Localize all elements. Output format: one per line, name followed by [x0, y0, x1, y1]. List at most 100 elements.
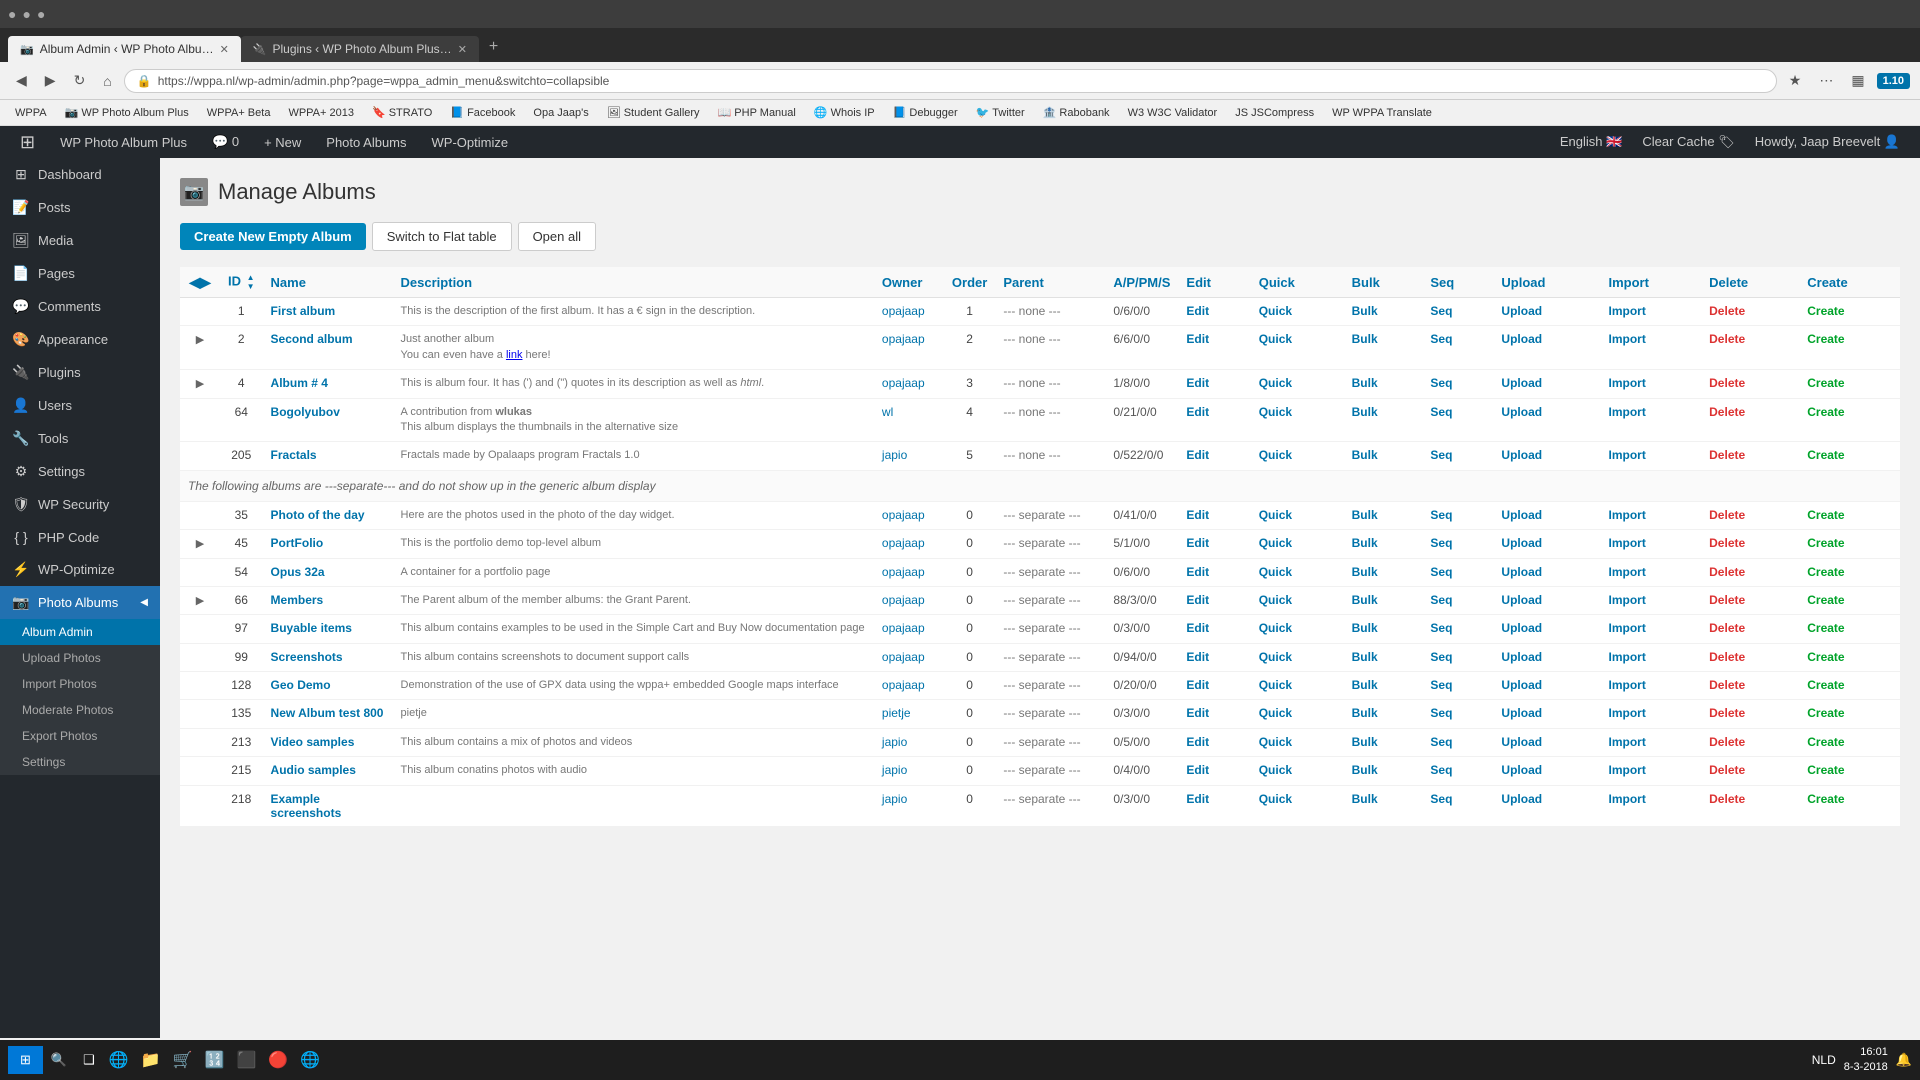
bookmark-rabobank[interactable]: 🏦 Rabobank — [1038, 104, 1115, 121]
action-quick-link[interactable]: Quick — [1259, 448, 1292, 462]
action-import-link[interactable]: Import — [1609, 593, 1646, 607]
action-delete-link[interactable]: Delete — [1709, 508, 1745, 522]
sidebar-sub-settings[interactable]: Settings — [0, 749, 160, 775]
action-upload-link[interactable]: Upload — [1501, 706, 1542, 720]
action-bulk-link[interactable]: Bulk — [1352, 508, 1378, 522]
action-import-link[interactable]: Import — [1609, 565, 1646, 579]
sidebar-item-appearance[interactable]: 🎨 Appearance — [0, 323, 160, 356]
action-seq-link[interactable]: Seq — [1430, 593, 1452, 607]
action-seq-link[interactable]: Seq — [1430, 376, 1452, 390]
active-tab[interactable]: 📷 Album Admin ‹ WP Photo Albu… ✕ — [8, 36, 241, 62]
action-seq-link[interactable]: Seq — [1430, 565, 1452, 579]
action-create-link[interactable]: Create — [1807, 448, 1844, 462]
action-quick-link[interactable]: Quick — [1259, 650, 1292, 664]
bookmark-w3c[interactable]: W3 W3C Validator — [1123, 105, 1223, 121]
action-seq-link[interactable]: Seq — [1430, 448, 1452, 462]
action-import-link[interactable]: Import — [1609, 621, 1646, 635]
action-create-link[interactable]: Create — [1807, 678, 1844, 692]
action-seq-link[interactable]: Seq — [1430, 735, 1452, 749]
reload-button[interactable]: ↻ — [68, 68, 92, 93]
search-taskbar[interactable]: 🔍 — [43, 1052, 75, 1068]
back-button[interactable]: ◀ — [10, 68, 33, 93]
action-import-link[interactable]: Import — [1609, 304, 1646, 318]
action-edit-link[interactable]: Edit — [1186, 304, 1209, 318]
action-import-link[interactable]: Import — [1609, 508, 1646, 522]
bookmark-whois[interactable]: 🌐 Whois IP — [809, 104, 880, 121]
action-import-link[interactable]: Import — [1609, 763, 1646, 777]
taskbar-app1[interactable]: ⬛ — [230, 1050, 262, 1070]
action-edit-link[interactable]: Edit — [1186, 405, 1209, 419]
action-create-link[interactable]: Create — [1807, 763, 1844, 777]
album-name-link[interactable]: Geo Demo — [271, 678, 331, 692]
action-bulk-link[interactable]: Bulk — [1352, 565, 1378, 579]
expand-icon[interactable]: ▶ — [196, 595, 204, 607]
album-name-link[interactable]: Photo of the day — [271, 508, 365, 522]
action-edit-link[interactable]: Edit — [1186, 792, 1209, 806]
action-edit-link[interactable]: Edit — [1186, 536, 1209, 550]
sidebar-item-phpcode[interactable]: { } PHP Code — [0, 521, 160, 553]
admin-bar-new[interactable]: + New — [254, 126, 311, 158]
sidebar-item-pages[interactable]: 📄 Pages — [0, 257, 160, 290]
home-button[interactable]: ⌂ — [97, 69, 117, 93]
action-delete-link[interactable]: Delete — [1709, 678, 1745, 692]
bookmark-php[interactable]: 📖 PHP Manual — [713, 104, 801, 121]
album-name-link[interactable]: Bogolyubov — [271, 405, 340, 419]
th-toggle[interactable]: ◀▶ — [180, 267, 220, 298]
action-edit-link[interactable]: Edit — [1186, 706, 1209, 720]
th-id[interactable]: ID ▲▼ — [220, 267, 263, 298]
action-upload-link[interactable]: Upload — [1501, 792, 1542, 806]
action-bulk-link[interactable]: Bulk — [1352, 405, 1378, 419]
action-upload-link[interactable]: Upload — [1501, 332, 1542, 346]
action-delete-link[interactable]: Delete — [1709, 304, 1745, 318]
album-name-link[interactable]: Album # 4 — [271, 376, 328, 390]
action-import-link[interactable]: Import — [1609, 735, 1646, 749]
admin-bar-optimize[interactable]: WP-Optimize — [422, 126, 519, 158]
action-upload-link[interactable]: Upload — [1501, 376, 1542, 390]
action-edit-link[interactable]: Edit — [1186, 448, 1209, 462]
action-create-link[interactable]: Create — [1807, 332, 1844, 346]
action-delete-link[interactable]: Delete — [1709, 565, 1745, 579]
action-upload-link[interactable]: Upload — [1501, 536, 1542, 550]
action-upload-link[interactable]: Upload — [1501, 448, 1542, 462]
action-edit-link[interactable]: Edit — [1186, 565, 1209, 579]
sidebar-sub-importphotos[interactable]: Import Photos — [0, 671, 160, 697]
action-edit-link[interactable]: Edit — [1186, 735, 1209, 749]
action-quick-link[interactable]: Quick — [1259, 536, 1292, 550]
action-delete-link[interactable]: Delete — [1709, 621, 1745, 635]
action-create-link[interactable]: Create — [1807, 508, 1844, 522]
action-edit-link[interactable]: Edit — [1186, 376, 1209, 390]
sidebar-item-photoalbums[interactable]: 📷 Photo Albums ◀ — [0, 586, 160, 619]
action-bulk-link[interactable]: Bulk — [1352, 593, 1378, 607]
sidebar-item-plugins[interactable]: 🔌 Plugins — [0, 356, 160, 389]
sidebar-item-comments[interactable]: 💬 Comments — [0, 290, 160, 323]
action-delete-link[interactable]: Delete — [1709, 376, 1745, 390]
action-import-link[interactable]: Import — [1609, 650, 1646, 664]
taskbar-app2[interactable]: 🔴 — [262, 1050, 294, 1070]
action-delete-link[interactable]: Delete — [1709, 650, 1745, 664]
action-create-link[interactable]: Create — [1807, 405, 1844, 419]
bookmark-facebook[interactable]: 📘 Facebook — [445, 104, 520, 121]
album-name-link[interactable]: Screenshots — [271, 650, 343, 664]
taskbar-ie[interactable]: 🌐 — [103, 1050, 135, 1070]
action-bulk-link[interactable]: Bulk — [1352, 735, 1378, 749]
tab-close-2[interactable]: ✕ — [458, 43, 467, 56]
action-import-link[interactable]: Import — [1609, 448, 1646, 462]
action-import-link[interactable]: Import — [1609, 678, 1646, 692]
bookmark-translate[interactable]: WP WPPA Translate — [1327, 105, 1437, 121]
action-create-link[interactable]: Create — [1807, 304, 1844, 318]
action-bulk-link[interactable]: Bulk — [1352, 536, 1378, 550]
album-name-link[interactable]: Fractals — [271, 448, 317, 462]
action-edit-link[interactable]: Edit — [1186, 621, 1209, 635]
admin-bar-site[interactable]: WP Photo Album Plus — [50, 126, 197, 158]
album-name-link[interactable]: New Album test 800 — [271, 706, 384, 720]
action-create-link[interactable]: Create — [1807, 735, 1844, 749]
taskbar-browser[interactable]: 🌐 — [294, 1050, 326, 1070]
action-bulk-link[interactable]: Bulk — [1352, 650, 1378, 664]
action-seq-link[interactable]: Seq — [1430, 405, 1452, 419]
action-create-link[interactable]: Create — [1807, 593, 1844, 607]
action-quick-link[interactable]: Quick — [1259, 593, 1292, 607]
action-create-link[interactable]: Create — [1807, 565, 1844, 579]
bookmark-opajaap[interactable]: Opa Jaap's — [528, 105, 593, 121]
action-import-link[interactable]: Import — [1609, 332, 1646, 346]
action-seq-link[interactable]: Seq — [1430, 621, 1452, 635]
